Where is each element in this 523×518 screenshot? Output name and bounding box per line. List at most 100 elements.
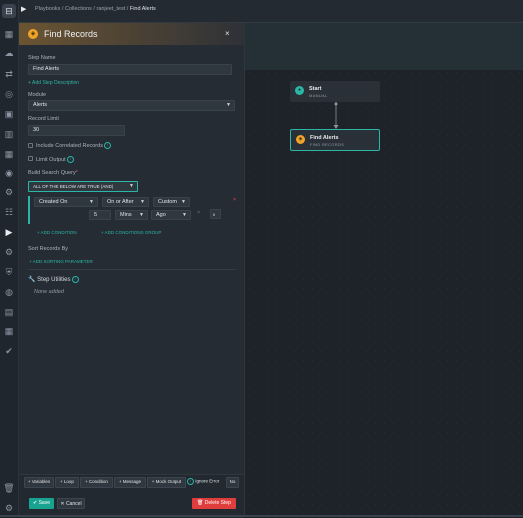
chevron-down-icon: ▼ <box>181 199 186 205</box>
playbook-canvas[interactable] <box>245 23 523 517</box>
playbook-icon[interactable]: ▶ <box>3 226 15 238</box>
trash-icon[interactable]: 🗑 <box>3 482 15 494</box>
info-icon[interactable]: i <box>187 478 194 485</box>
find-records-icon: ◈ <box>28 29 38 39</box>
settings-gear-icon[interactable]: ⚙ <box>3 502 15 514</box>
step-name-label: Step Name <box>28 55 56 61</box>
cloud-icon[interactable]: ☁ <box>3 47 15 59</box>
condition-field-value: Created On <box>39 199 68 205</box>
check-icon[interactable]: ✔ <box>3 345 15 357</box>
users-icon[interactable]: ☷ <box>3 206 15 218</box>
compass-icon[interactable]: ◎ <box>3 88 15 100</box>
required-marker: * <box>75 170 78 176</box>
dashboard-icon[interactable]: ▦ <box>3 28 15 40</box>
cancel-label: Cancel <box>66 501 82 507</box>
module-select-value: Alerts <box>33 102 48 108</box>
briefcase-icon[interactable]: ▣ <box>3 108 15 120</box>
save-label: Save <box>38 500 50 506</box>
condition-direction-select[interactable]: Ago ▼ <box>151 210 191 220</box>
start-node-subtitle: MANUAL <box>309 93 328 98</box>
module-label: Module <box>28 92 47 98</box>
ignore-error-toggle[interactable]: No <box>226 477 239 488</box>
breadcrumb-collections[interactable]: Collections <box>65 6 92 12</box>
step-config-panel <box>19 23 245 517</box>
include-correlated-label: Include Correlated Records i <box>36 142 111 149</box>
start-icon: ● <box>295 86 304 95</box>
limit-output-label: Limit Output i <box>36 156 74 163</box>
breadcrumb: Playbooks / Collections / ranjeet_test /… <box>35 6 156 12</box>
chevron-down-icon: ▼ <box>129 183 134 189</box>
condition-operator-select[interactable]: On or After ▼ <box>102 197 149 207</box>
condition-mode-select[interactable]: Custom ▼ <box>153 197 190 207</box>
delete-step-button[interactable]: 🗑 Delete Step <box>192 498 236 509</box>
remove-condition-icon[interactable]: × <box>233 197 236 203</box>
add-condition-button[interactable]: + Condition <box>80 477 113 488</box>
breadcrumb-collection[interactable]: ranjeet_test <box>96 6 125 12</box>
divider <box>28 269 236 270</box>
breadcrumb-playbooks[interactable]: Playbooks <box>35 6 60 12</box>
build-query-label: Build Search Query* <box>28 170 78 176</box>
add-mock-output-button[interactable]: + Mock Output <box>147 477 186 488</box>
none-added-text: None added <box>34 289 64 295</box>
play-icon[interactable]: ▶ <box>21 6 29 14</box>
chevron-down-icon: ▼ <box>226 102 231 108</box>
chart-icon[interactable]: ▥ <box>3 128 15 140</box>
shield-icon[interactable]: ⛨ <box>3 266 15 278</box>
save-button[interactable]: ✔ Save <box>29 498 54 509</box>
add-loop-button[interactable]: + Loop <box>55 477 79 488</box>
step-utilities-header[interactable]: 🔧 Step Utilities i <box>28 276 79 283</box>
settings-icon[interactable]: ⚙ <box>3 246 15 258</box>
ignore-error-text: Ignore Error <box>195 478 220 484</box>
connector-line <box>333 102 339 129</box>
start-node-title: Start <box>309 86 322 92</box>
clear-value-icon[interactable]: × <box>197 210 200 216</box>
modules-icon[interactable]: ▦ <box>3 325 15 337</box>
sort-records-label: Sort Records By <box>28 246 69 252</box>
find-alerts-node-subtitle: FIND RECORDS <box>310 142 345 147</box>
info-icon[interactable]: i <box>71 276 79 283</box>
step-name-input[interactable]: Find Alerts <box>28 64 232 75</box>
gear-icon[interactable]: ⚙ <box>3 186 15 198</box>
add-message-button[interactable]: + Message <box>114 477 146 488</box>
breadcrumb-current: Find Alerts <box>129 6 156 12</box>
chevron-down-icon: ▼ <box>182 212 187 218</box>
chevron-down-icon: ▼ <box>140 199 145 205</box>
add-conditions-group-link[interactable]: + ADD CONDITIONS GROUP <box>101 230 161 235</box>
add-step-description-link[interactable]: + Add Step Description <box>28 80 79 86</box>
include-correlated-checkbox[interactable] <box>28 143 33 148</box>
shuffle-icon[interactable]: ⇄ <box>3 68 15 80</box>
breadcrumb-separator: / <box>61 6 64 12</box>
condition-operator-value: On or After <box>107 199 134 205</box>
add-condition-link[interactable]: + ADD CONDITION <box>37 230 77 235</box>
target-icon[interactable]: ◉ <box>3 167 15 179</box>
condition-field-select[interactable]: Created On ▼ <box>34 197 98 207</box>
breadcrumb-separator: / <box>126 6 129 12</box>
delete-label: Delete Step <box>204 500 231 506</box>
module-select[interactable]: Alerts ▼ <box>28 100 235 111</box>
add-sorting-link[interactable]: + ADD SORTING PARAMETER <box>29 259 93 264</box>
panel-title: Find Records <box>44 29 98 39</box>
find-alerts-node[interactable]: ◈ Find Alerts FIND RECORDS <box>290 129 380 151</box>
grid-icon[interactable]: ▦ <box>3 148 15 160</box>
logic-select-value: ALL OF THE BELOW ARE TRUE (AND) <box>33 184 114 189</box>
logic-select[interactable]: ALL OF THE BELOW ARE TRUE (AND) ▼ <box>28 181 138 192</box>
app-logo-icon[interactable]: ⊟ <box>2 4 16 18</box>
cancel-button[interactable]: ✕ Cancel <box>57 498 85 509</box>
bar-chart-icon[interactable]: ▤ <box>3 306 15 318</box>
find-records-icon: ◈ <box>296 135 305 144</box>
add-variables-button[interactable]: + Variables <box>24 477 54 488</box>
condition-unit-select[interactable]: Mins ▼ <box>115 210 148 220</box>
limit-output-checkbox[interactable] <box>28 156 33 161</box>
left-nav-rail: ⊟ ▦ ☁ ⇄ ◎ ▣ ▥ ▦ ◉ ⚙ ☷ ▶ ⚙ ⛨ ◍ ▤ ▦ ✔ 🗑 ⚙ <box>0 0 19 517</box>
canvas-header-area <box>245 23 523 70</box>
chevron-down-icon: ▼ <box>89 199 94 205</box>
condition-amount-input[interactable]: 5 <box>89 210 111 220</box>
pause-button[interactable]: II <box>210 209 221 219</box>
info-icon[interactable]: i <box>103 142 111 149</box>
info-icon[interactable]: i <box>66 156 74 163</box>
ignore-error-label: i Ignore Error <box>187 478 219 485</box>
record-limit-input[interactable]: 30 <box>28 125 125 136</box>
lock-icon[interactable]: ◍ <box>3 286 15 298</box>
close-icon[interactable]: × <box>225 29 230 38</box>
start-node[interactable]: ● Start MANUAL <box>290 81 380 102</box>
